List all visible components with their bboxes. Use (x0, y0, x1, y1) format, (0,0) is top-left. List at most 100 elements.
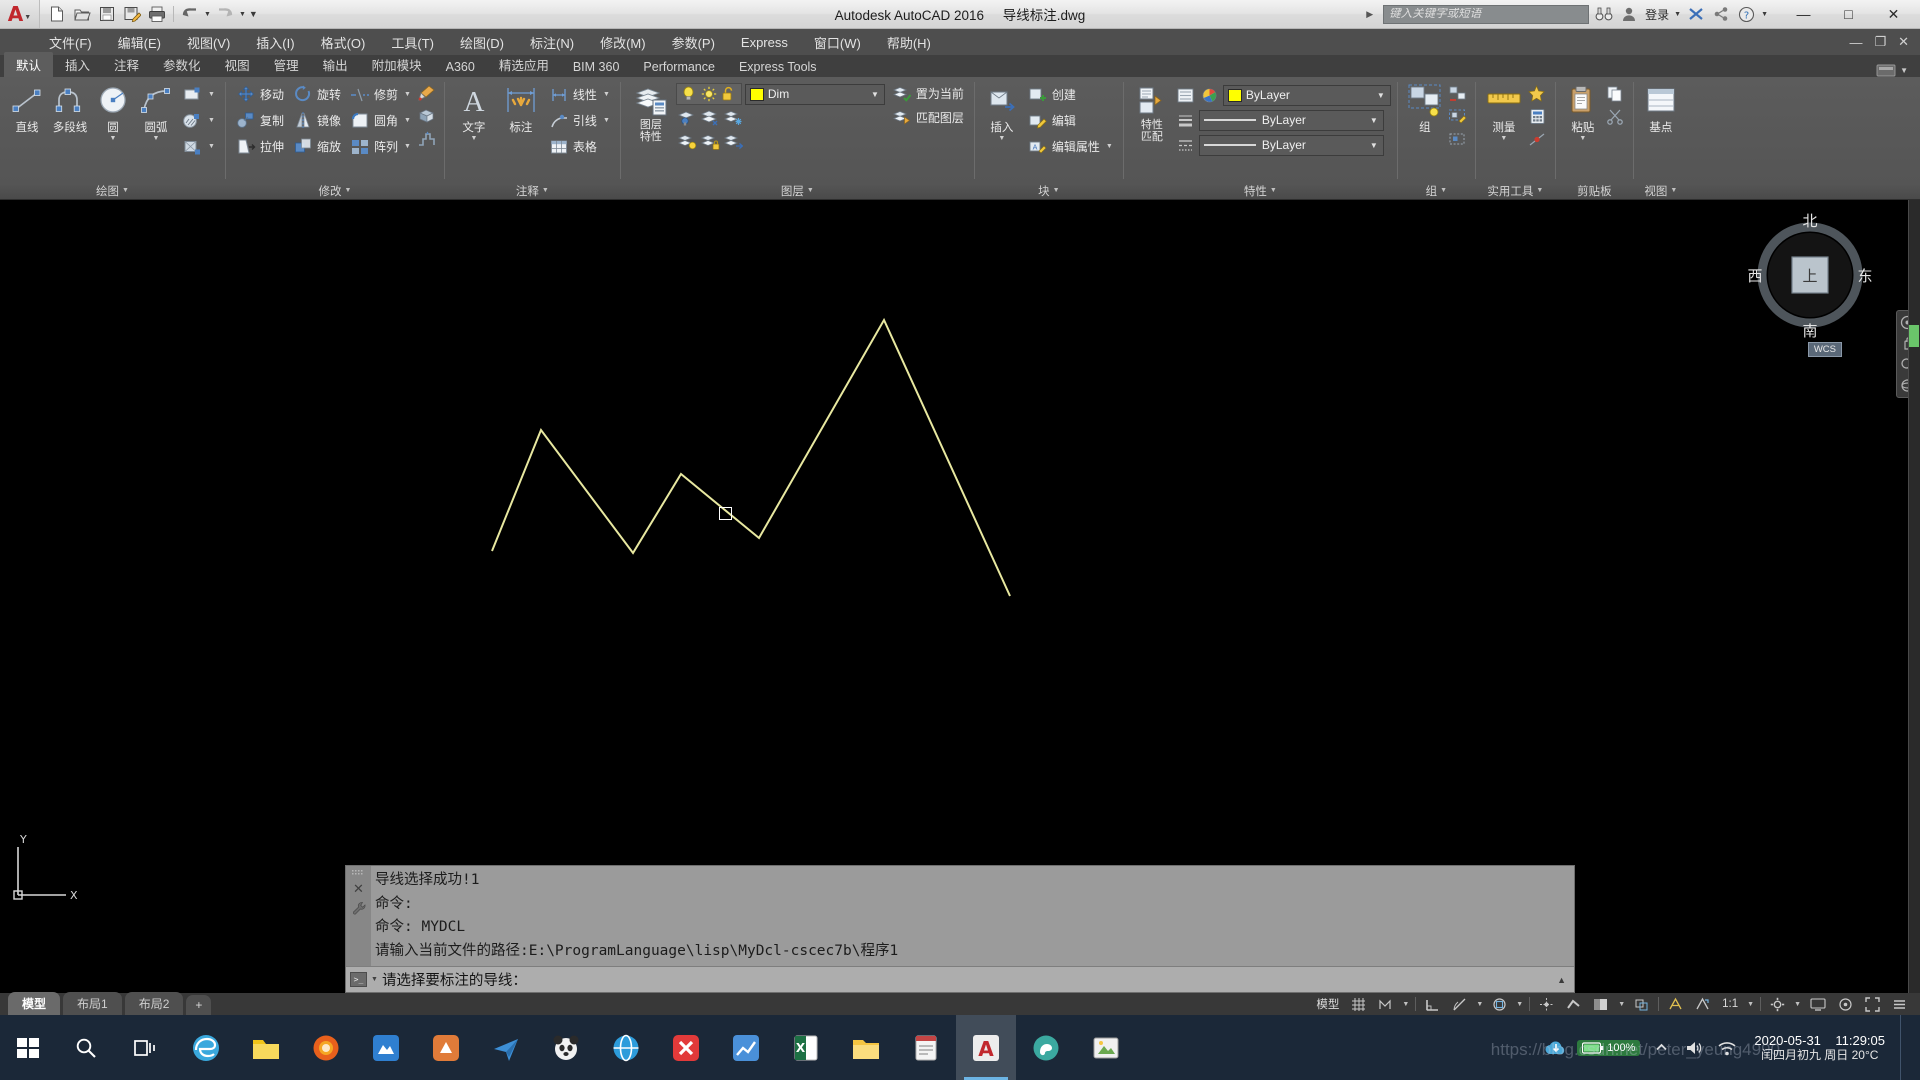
lightbulb-icon[interactable] (680, 85, 698, 103)
polyline-button[interactable]: 多段线 (49, 82, 91, 137)
hatch-button[interactable]: ▼ (178, 108, 219, 133)
scale-button[interactable]: 缩放 (289, 134, 345, 159)
workspace-switching-button[interactable] (1767, 996, 1788, 1013)
edit-attribute-button[interactable]: A 编辑属性 ▼ (1024, 134, 1117, 159)
linear-dim-dropdown-caret[interactable]: ▼ (603, 91, 610, 98)
menu-draw[interactable]: 绘图(D) (447, 30, 517, 55)
chevron-down-icon[interactable]: ▼ (1367, 116, 1381, 125)
command-scroll-up-icon[interactable]: ▲ (1557, 975, 1570, 985)
quick-calc-icon[interactable] (1527, 105, 1549, 127)
chevron-down-icon[interactable]: ▼ (1440, 187, 1447, 194)
customization-button[interactable] (1889, 996, 1910, 1013)
taskbar-app-firefox[interactable] (296, 1015, 356, 1080)
otrack-toggle[interactable] (1536, 996, 1557, 1013)
polyline-object[interactable] (491, 317, 1011, 597)
layer-merge-icon[interactable] (722, 131, 744, 153)
chevron-down-icon[interactable]: ▼ (542, 187, 549, 194)
color-wheel-icon[interactable] (1199, 84, 1221, 106)
start-button[interactable] (0, 1015, 56, 1080)
save-button[interactable] (96, 3, 118, 25)
edit-attribute-dropdown-caret[interactable]: ▼ (1106, 143, 1113, 150)
menu-tools[interactable]: 工具(T) (378, 30, 447, 55)
ribbon-tab-bim360[interactable]: BIM 360 (561, 57, 632, 77)
search-button[interactable] (56, 1015, 116, 1080)
line-button[interactable]: 直线 (6, 82, 48, 137)
taskbar-app-x-red[interactable] (656, 1015, 716, 1080)
copy-clip-icon[interactable] (1605, 82, 1627, 104)
match-properties-button[interactable]: 特性 匹配 (1130, 82, 1174, 145)
chevron-down-icon[interactable]: ▼ (807, 187, 814, 194)
snap-dropdown-caret[interactable]: ▼ (1402, 1001, 1409, 1008)
binoculars-icon[interactable] (1594, 4, 1614, 24)
group-selection-icon[interactable] (1447, 128, 1469, 150)
tab-model[interactable]: 模型 (8, 992, 61, 1015)
set-current-layer-button[interactable]: 置为当前 (888, 82, 968, 105)
copy-button[interactable]: 复制 (232, 108, 288, 133)
chevron-down-icon[interactable]: ▼ (1670, 187, 1677, 194)
signin-label[interactable]: 登录 (1645, 6, 1669, 23)
group-button[interactable]: 组 (1404, 82, 1446, 137)
cut-clip-icon[interactable] (1605, 105, 1627, 127)
ribbon-tab-view[interactable]: 视图 (213, 52, 262, 77)
create-block-button[interactable]: 创建 (1024, 82, 1117, 107)
ribbon-tab-annotate[interactable]: 注释 (102, 52, 151, 77)
explode-icon[interactable] (416, 128, 438, 150)
linear-dim-button[interactable]: 线性 ▼ (545, 82, 614, 107)
drag-handle-icon[interactable] (352, 870, 365, 877)
ribbon-tab-manage[interactable]: 管理 (262, 52, 311, 77)
rectangle-button[interactable]: ▼ (178, 82, 219, 107)
doc-minimize-button[interactable]: — (1844, 35, 1867, 50)
taskbar-app-edge[interactable] (176, 1015, 236, 1080)
region-button[interactable]: ▼ (178, 134, 219, 159)
scale-dropdown-caret[interactable]: ▼ (1747, 1001, 1754, 1008)
region-dropdown-caret[interactable]: ▼ (208, 143, 215, 150)
arc-dropdown-caret[interactable]: ▼ (153, 135, 160, 142)
menu-format[interactable]: 格式(O) (308, 30, 379, 55)
leader-button[interactable]: 引线 ▼ (545, 108, 614, 133)
taskbar-app-editor-blue[interactable] (356, 1015, 416, 1080)
clock[interactable]: 2020-05-31 11:29:05 闰四月初九 周日 20°C (1748, 1033, 1891, 1063)
text-dropdown-caret[interactable]: ▼ (470, 135, 477, 142)
help-icon[interactable]: ? (1736, 4, 1756, 24)
layer-freeze-icon[interactable] (699, 107, 721, 129)
ribbon-tab-performance[interactable]: Performance (631, 57, 727, 77)
doc-close-button[interactable]: ✕ (1893, 34, 1914, 50)
volume-icon[interactable] (1682, 1036, 1706, 1060)
menu-file[interactable]: 文件(F) (36, 30, 105, 55)
taskbar-app-snip-green[interactable] (1076, 1015, 1136, 1080)
snap-toggle[interactable] (1375, 996, 1396, 1013)
mirror-button[interactable]: 镜像 (289, 108, 345, 133)
table-button[interactable]: 表格 (545, 134, 614, 159)
user-account-icon[interactable] (1619, 4, 1639, 24)
group-edit-icon[interactable] (1447, 105, 1469, 127)
autoscale-toggle[interactable] (1692, 996, 1713, 1013)
menu-modify[interactable]: 修改(M) (587, 30, 659, 55)
color-combo[interactable]: ByLayer ▼ (1222, 84, 1391, 106)
linetype-combo[interactable]: ByLayer ▼ (1198, 134, 1384, 156)
paste-dropdown-caret[interactable]: ▼ (1579, 135, 1586, 142)
infocenter-expand-icon[interactable]: ▶ (1366, 9, 1373, 20)
maximize-button[interactable]: □ (1826, 0, 1871, 29)
layer-lock-icon[interactable] (699, 131, 721, 153)
hatch-dropdown-caret[interactable]: ▼ (208, 117, 215, 124)
hardware-accel-button[interactable] (1807, 996, 1829, 1013)
new-file-button[interactable] (46, 3, 68, 25)
taskbar-app-orange[interactable] (416, 1015, 476, 1080)
chevron-down-icon[interactable]: ▼ (122, 187, 129, 194)
chevron-down-icon[interactable]: ▼ (344, 187, 351, 194)
fillet-button[interactable]: 圆角 ▼ (346, 108, 415, 133)
help-dropdown-caret[interactable]: ▼ (1761, 11, 1768, 18)
ortho-toggle[interactable] (1422, 996, 1443, 1013)
command-line-window[interactable]: ✕ 导线选择成功!1 命令: 命令: MYDCL 请输入当前文件的路径:E:\P… (345, 865, 1575, 993)
transparency-dropdown-caret[interactable]: ▼ (1618, 1001, 1625, 1008)
viewcube[interactable]: 上 北 南 东 西 (1745, 210, 1875, 340)
measure-button[interactable]: 测量 ▼ (1482, 82, 1526, 144)
scrollbar-thumb[interactable] (1909, 325, 1919, 347)
command-input-row[interactable]: >_ ▼ 请选择要标注的导线： ▲ (346, 966, 1574, 992)
lineweight-toggle[interactable] (1563, 996, 1584, 1013)
transparency-toggle[interactable] (1590, 996, 1612, 1013)
ribbon-minimize-caret[interactable]: ▼ (1900, 66, 1908, 75)
match-layer-button[interactable]: 匹配图层 (888, 106, 968, 129)
edit-block-button[interactable]: 编辑 (1024, 108, 1117, 133)
taskbar-app-plane-blue[interactable] (476, 1015, 536, 1080)
